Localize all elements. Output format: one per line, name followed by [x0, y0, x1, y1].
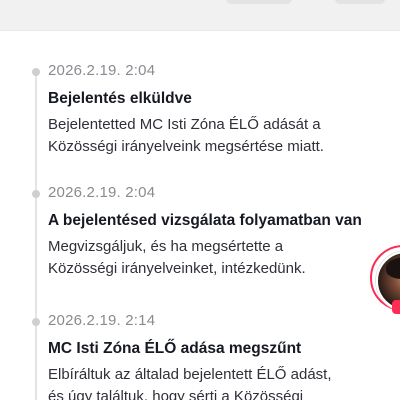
entry-body: Bejelentetted MC Isti Zóna ÉLŐ adását a … — [48, 114, 378, 158]
timeline-entry-report-sent: 2026.2.19. 2:04 Bejelentés elküldve Beje… — [48, 62, 378, 158]
entry-timestamp: 2026.2.19. 2:04 — [48, 184, 156, 201]
entry-body-line: Elbíráltuk az általad bejelentett ÉLŐ ad… — [48, 366, 332, 383]
entry-body-line: és úgy találtuk, hogy sérti a Közösségi — [48, 388, 304, 400]
live-badge-icon — [392, 300, 400, 314]
entry-title: MC Isti Zóna ÉLŐ adása megszűnt — [48, 340, 302, 357]
timeline-entry-review-in-progress: 2026.2.19. 2:04 A bejelentésed vizsgálat… — [48, 184, 378, 280]
entry-body-line: Megvizsgáljuk, és ha megsértette a — [48, 238, 284, 255]
timeline-line — [35, 72, 37, 400]
header-button-left[interactable] — [226, 0, 292, 4]
entry-body-line: Bejelentetted MC Isti Zóna ÉLŐ adását a — [48, 116, 321, 133]
timeline-dot — [32, 68, 40, 76]
entry-body: Elbíráltuk az általad bejelentett ÉLŐ ad… — [48, 364, 378, 400]
avatar-hair — [386, 257, 400, 279]
timeline-dot — [32, 318, 40, 326]
timeline-dot — [32, 190, 40, 198]
divider — [0, 30, 400, 31]
entry-timestamp: 2026.2.19. 2:14 — [48, 312, 156, 329]
entry-body: Megvizsgáljuk, és ha megsértette a Közös… — [48, 236, 378, 280]
header-button-right[interactable] — [335, 0, 385, 4]
timeline-entry-live-ended: 2026.2.19. 2:14 MC Isti Zóna ÉLŐ adása m… — [48, 312, 378, 400]
entry-title: A bejelentésed vizsgálata folyamatban va… — [48, 212, 362, 229]
entry-body-line: Közösségi irányelveinket, intézkedünk. — [48, 260, 306, 277]
entry-title: Bejelentés elküldve — [48, 90, 192, 107]
report-status-page: 2026.2.19. 2:04 Bejelentés elküldve Beje… — [0, 0, 400, 400]
entry-timestamp: 2026.2.19. 2:04 — [48, 62, 156, 79]
header-area — [0, 0, 400, 30]
entry-body-line: Közösségi irányelveink megsértése miatt. — [48, 138, 324, 155]
